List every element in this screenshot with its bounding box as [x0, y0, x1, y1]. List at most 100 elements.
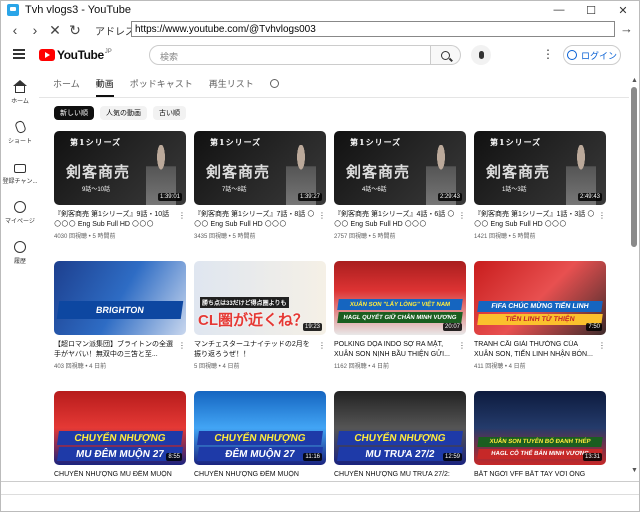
video-thumbnail[interactable]: XUÂN SON TUYÊN BỐ ĐANH THÉP HAGL CÔ THỂ …	[474, 391, 606, 465]
chip-popular[interactable]: 人気の動画	[100, 106, 147, 120]
tab-podcasts[interactable]: ポッドキャスト	[130, 77, 193, 97]
video-card[interactable]: BRIGHTON 【超ロマン派集団】ブライトンの全選手がヤバい！無双中の三笘と至…	[54, 261, 186, 370]
thumbnail-text: 剣客商売	[346, 163, 411, 181]
go-arrow-icon[interactable]: →	[620, 21, 633, 36]
channel-search-icon[interactable]	[269, 79, 279, 88]
video-card[interactable]: 第1シリーズ 剣客商売 1話〜3話 2:49:43 『剣客商売 第1シリーズ』1…	[474, 131, 606, 240]
video-title[interactable]: 【超ロマン派集団】ブライトンの全選手がヤバい！無双中の三笘と至...	[54, 340, 176, 360]
sidebar-item-my-page[interactable]: マイページ	[1, 197, 39, 237]
subscriptions-icon	[14, 164, 26, 173]
back-arrow-icon[interactable]: ‹	[5, 20, 25, 40]
video-thumbnail[interactable]: 第1シリーズ 剣客商売 1話〜3話 2:49:43	[474, 131, 606, 205]
sidebar-item-home[interactable]: ホーム	[1, 77, 39, 117]
maximize-icon[interactable]: ☐	[575, 1, 607, 19]
video-meta: 1162 回視聴 • 4 日前	[334, 364, 390, 370]
video-title[interactable]: 『剣客商売 第1シリーズ』9話・10話 🌕🌕🌕 Eng Sub Full HD …	[54, 210, 176, 230]
video-menu-icon[interactable]: ⋮	[318, 211, 326, 220]
more-options-icon[interactable]: ⋮	[542, 47, 554, 61]
video-title[interactable]: TRANH CÃI GIẢI THƯỞNG CỦA XUÂN SON, TIẾN…	[474, 340, 596, 360]
vertical-scrollbar[interactable]: ▲ ▼	[629, 77, 639, 477]
video-meta: 2757 回視聴 • 5 時間前	[334, 234, 396, 240]
tab-videos[interactable]: 動画	[95, 77, 114, 97]
voice-search-button[interactable]	[471, 45, 491, 65]
chip-oldest[interactable]: 古い順	[153, 106, 186, 120]
video-title[interactable]: POLKING DỌA INDO SỢ RA MẶT, XUÂN SON NỊN…	[334, 340, 456, 360]
video-menu-icon[interactable]: ⋮	[318, 341, 326, 350]
scrollbar-thumb[interactable]	[631, 87, 637, 247]
tab-playlists[interactable]: 再生リスト	[209, 77, 254, 97]
video-title[interactable]: 『剣客商売 第1シリーズ』1話・3話 🌕🌕🌕 Eng Sub Full HD 🌕…	[474, 210, 596, 230]
video-meta: 411 回視聴 • 4 日前	[474, 364, 526, 370]
video-meta: 5 回視聴 • 4 日前	[194, 364, 240, 370]
video-card[interactable]: 第1シリーズ 剣客商売 9話〜10話 1:39:01 『剣客商売 第1シリーズ』…	[54, 131, 186, 240]
video-card[interactable]: 勝ち点は33だけど得点圏よりも CL圏が近くね？ 19:23 マンチェスターユナ…	[194, 261, 326, 370]
video-thumbnail[interactable]: 第1シリーズ 剣客商売 4話〜6話 2:29:43	[334, 131, 466, 205]
duration-badge: 8:55	[166, 453, 182, 461]
thumbnail-text: 9話〜10話	[82, 187, 111, 193]
video-thumbnail[interactable]: BRIGHTON	[54, 261, 186, 335]
video-thumbnail[interactable]: 勝ち点は33だけど得点圏よりも CL圏が近くね？ 19:23	[194, 261, 326, 335]
window-title: Tvh vlogs3 - YouTube	[25, 4, 131, 16]
login-button[interactable]: ログイン	[563, 45, 621, 65]
thumbnail-text: FIFA CHÚC MỪNG TIẾN LINH	[477, 301, 603, 312]
video-thumbnail[interactable]: 第1シリーズ 剣客商売 7話〜8話 1:39:27	[194, 131, 326, 205]
browser-window: Tvh vlogs3 - YouTube — ☐ ✕ ‹ › ✕ ↻ アドレス(…	[0, 0, 640, 512]
thumbnail-text: 4話〜6話	[362, 187, 387, 193]
video-menu-icon[interactable]: ⋮	[178, 211, 186, 220]
sidebar-item-label: ショート	[7, 139, 32, 145]
sidebar-item-shorts[interactable]: ショート	[1, 117, 39, 157]
chip-newest[interactable]: 新しい順	[54, 106, 94, 120]
youtube-logo[interactable]: YouTube JP	[39, 48, 112, 62]
scroll-up-icon[interactable]: ▲	[631, 77, 638, 84]
video-title[interactable]: 『剣客商売 第1シリーズ』4話・6話 🌕🌕🌕 Eng Sub Full HD 🌕…	[334, 210, 456, 230]
thumbnail-text: XUÂN SON TUYÊN BỐ ĐANH THÉP	[477, 437, 603, 447]
video-card[interactable]: CHUYỂN NHƯỢNG ĐÊM MUỘN 27 11:16 CHUYỂN N…	[194, 391, 326, 491]
video-card[interactable]: CHUYỂN NHƯỢNG MU TRƯA 27/2 12:59 CHUYỂN …	[334, 391, 466, 491]
video-card[interactable]: 第1シリーズ 剣客商売 7話〜8話 1:39:27 『剣客商売 第1シリーズ』7…	[194, 131, 326, 240]
search-button[interactable]	[431, 45, 461, 65]
thumbnail-text: TIẾN LINH TỪ THIỆN	[477, 314, 603, 325]
video-menu-icon[interactable]: ⋮	[458, 211, 466, 220]
thumbnail-text: 剣客商売	[486, 163, 551, 181]
sidebar-item-label: ホーム	[11, 99, 29, 105]
stop-icon[interactable]: ✕	[45, 20, 65, 40]
video-menu-icon[interactable]: ⋮	[598, 341, 606, 350]
menu-icon[interactable]	[13, 49, 25, 59]
video-card[interactable]: XUÂN SON "LẤY LÒNG" VIỆT NAM HAGL QUYẾT …	[334, 261, 466, 370]
video-card[interactable]: CHUYỂN NHƯỢNG MU ĐÊM MUỘN 27 8:55 CHUYỂN…	[54, 391, 186, 491]
video-thumbnail[interactable]: FIFA CHÚC MỪNG TIẾN LINH TIẾN LINH TỪ TH…	[474, 261, 606, 335]
navigation-bar: ‹ › ✕ ↻ アドレス(D) →	[1, 19, 639, 41]
video-menu-icon[interactable]: ⋮	[178, 341, 186, 350]
thumbnail-text: CHUYỂN NHƯỢNG	[57, 431, 183, 445]
video-card[interactable]: 第1シリーズ 剣客商売 4話〜6話 2:29:43 『剣客商売 第1シリーズ』4…	[334, 131, 466, 240]
video-title[interactable]: マンチェスターユナイテッドの2月を振り返ろうぜ！！	[194, 340, 316, 360]
sidebar-item-history[interactable]: 履歴	[1, 237, 39, 277]
reload-icon[interactable]: ↻	[65, 20, 85, 40]
duration-badge: 11:16	[303, 453, 322, 461]
video-thumbnail[interactable]: XUÂN SON "LẤY LÒNG" VIỆT NAM HAGL QUYẾT …	[334, 261, 466, 335]
status-divider	[1, 494, 639, 495]
scroll-down-icon[interactable]: ▼	[631, 467, 638, 474]
search-input[interactable]: 検索	[149, 45, 431, 65]
video-menu-icon[interactable]: ⋮	[598, 211, 606, 220]
duration-badge: 19:23	[302, 323, 322, 331]
sidebar-item-label: 登録チャン...	[2, 179, 38, 185]
login-label: ログイン	[580, 50, 617, 61]
address-input[interactable]	[131, 21, 615, 37]
video-thumbnail[interactable]: CHUYỂN NHƯỢNG ĐÊM MUỘN 27 11:16	[194, 391, 326, 465]
tab-home[interactable]: ホーム	[53, 77, 80, 97]
thumbnail-text: 勝ち点は33だけど得点圏よりも	[200, 297, 289, 308]
search-icon	[441, 50, 450, 60]
video-card[interactable]: FIFA CHÚC MỪNG TIẾN LINH TIẾN LINH TỪ TH…	[474, 261, 606, 370]
video-thumbnail[interactable]: CHUYỂN NHƯỢNG MU ĐÊM MUỘN 27 8:55	[54, 391, 186, 465]
sidebar-item-subscriptions[interactable]: 登録チャン...	[1, 157, 39, 197]
video-title[interactable]: 『剣客商売 第1シリーズ』7話・8話 🌕🌕🌕 Eng Sub Full HD 🌕…	[194, 210, 316, 230]
video-thumbnail[interactable]: 第1シリーズ 剣客商売 9話〜10話 1:39:01	[54, 131, 186, 205]
video-card[interactable]: XUÂN SON TUYÊN BỐ ĐANH THÉP HAGL CÔ THỂ …	[474, 391, 606, 491]
minimize-icon[interactable]: —	[543, 1, 575, 19]
forward-arrow-icon[interactable]: ›	[25, 20, 45, 40]
window-controls: — ☐ ✕	[543, 1, 639, 19]
video-thumbnail[interactable]: CHUYỂN NHƯỢNG MU TRƯA 27/2 12:59	[334, 391, 466, 465]
video-menu-icon[interactable]: ⋮	[458, 341, 466, 350]
close-icon[interactable]: ✕	[607, 1, 639, 19]
